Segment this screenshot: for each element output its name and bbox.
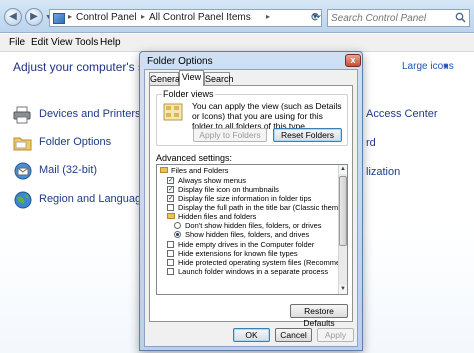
tab-search[interactable]: Search — [204, 72, 234, 85]
menu-help[interactable]: Help — [100, 37, 121, 48]
radio-unselected[interactable] — [174, 222, 181, 229]
checkbox-checked[interactable]: ✓ — [167, 177, 174, 184]
tree-row-label: Hide protected operating system files (R… — [178, 258, 348, 267]
scrollbar-thumb[interactable] — [339, 176, 347, 246]
forward-button[interactable]: ▶ — [25, 8, 43, 26]
advanced-settings-scrollbar[interactable]: ▲ ▼ — [338, 165, 347, 294]
dialog-client-area: General View Search Folder views You can… — [144, 69, 358, 347]
printer-icon — [13, 106, 31, 124]
close-button[interactable]: x — [345, 54, 361, 67]
menu-edit[interactable]: Edit — [31, 37, 48, 48]
cp-item-folder-options[interactable]: Folder Options — [13, 133, 123, 155]
option-display-full-path[interactable]: Display the full path in the title bar (… — [157, 203, 347, 212]
folder-views-icon — [163, 103, 183, 121]
cp-item-region-and-language[interactable]: Region and Language — [13, 190, 147, 212]
option-hide-extensions[interactable]: Hide extensions for known file types — [157, 249, 338, 258]
option-display-file-size-info[interactable]: ✓ Display file size information in folde… — [157, 194, 338, 203]
folder-options-dialog: Folder Options x General View Search Fol… — [139, 51, 363, 351]
tree-row-label: Files and Folders — [171, 166, 229, 175]
option-hide-protected-os-files[interactable]: Hide protected operating system files (R… — [157, 258, 347, 267]
option-hide-empty-drives[interactable]: Hide empty drives in the Computer folder — [157, 240, 338, 249]
reset-folders-button[interactable]: Reset Folders — [273, 128, 342, 142]
tree-folder-files-and-folders: Files and Folders — [157, 166, 338, 175]
breadcrumb-separator[interactable]: ▸ — [141, 12, 145, 21]
ok-button[interactable]: OK — [233, 328, 270, 342]
tab-view[interactable]: View — [179, 70, 204, 86]
mail-icon — [14, 162, 32, 180]
restore-defaults-button[interactable]: Restore Defaults — [290, 304, 348, 328]
breadcrumb-control-panel[interactable]: Control Panel — [76, 12, 137, 23]
tree-row-label: Display the full path in the title bar (… — [178, 203, 348, 212]
folder-icon — [160, 167, 168, 173]
refresh-icon[interactable]: ⟳ — [309, 10, 323, 26]
cp-item-label[interactable]: Region and Language — [39, 193, 147, 205]
tree-row-label: Hide extensions for known file types — [178, 249, 298, 258]
option-display-file-icon-on-thumbnails[interactable]: ✓ Display file icon on thumbnails — [157, 185, 338, 194]
tree-folder-hidden-files: Hidden files and folders — [157, 212, 338, 221]
apply-to-folders-button[interactable]: Apply to Folders — [193, 128, 267, 142]
checkbox-unchecked[interactable] — [167, 268, 174, 275]
control-panel-icon — [53, 13, 65, 24]
tree-row-label: Hide empty drives in the Computer folder — [178, 240, 315, 249]
checkbox-checked[interactable]: ✓ — [167, 195, 174, 202]
apply-button[interactable]: Apply — [317, 328, 354, 342]
cp-item-partial-label[interactable]: lization — [366, 166, 400, 178]
folder-icon — [13, 137, 32, 151]
tree-row-label: Hidden files and folders — [178, 212, 257, 221]
option-show-hidden[interactable]: Show hidden files, folders, and drives — [157, 230, 338, 239]
folder-views-description: You can apply the view (such as Details … — [192, 101, 342, 131]
view-tab-panel: Folder views You can apply the view (suc… — [149, 85, 353, 328]
search-icon[interactable] — [455, 12, 466, 23]
back-button[interactable]: ◀ — [4, 8, 22, 26]
tree-row-label: Display file icon on thumbnails — [178, 185, 279, 194]
option-dont-show-hidden[interactable]: Don't show hidden files, folders, or dri… — [157, 221, 338, 230]
tab-general[interactable]: General — [149, 72, 182, 85]
globe-icon — [14, 191, 32, 209]
cp-item-ease-of-access-partial[interactable]: Access Center — [366, 108, 438, 120]
search-input[interactable] — [331, 11, 451, 25]
cp-item-devices-and-printers[interactable]: Devices and Printers — [13, 105, 143, 127]
tree-row-label: Display file size information in folder … — [178, 194, 312, 203]
advanced-settings-list[interactable]: Files and Folders ✓ Always show menus ✓ … — [156, 164, 348, 295]
radio-selected[interactable] — [174, 231, 181, 238]
folder-icon — [167, 213, 175, 219]
dialog-title: Folder Options — [147, 56, 213, 67]
option-always-show-menus[interactable]: ✓ Always show menus — [157, 176, 338, 185]
cp-item-label[interactable]: Mail (32-bit) — [39, 164, 97, 176]
cp-item-mail[interactable]: Mail (32-bit) — [13, 161, 123, 183]
tree-row-label: Don't show hidden files, folders, or dri… — [185, 221, 322, 230]
tree-row-label: Show hidden files, folders, and drives — [185, 230, 310, 239]
cp-item-label[interactable]: Folder Options — [39, 136, 111, 148]
cancel-button[interactable]: Cancel — [275, 328, 312, 342]
tree-row-label: Always show menus — [178, 176, 246, 185]
option-launch-separate-process[interactable]: Launch folder windows in a separate proc… — [157, 267, 338, 276]
folder-views-group: Folder views You can apply the view (suc… — [156, 89, 348, 146]
scroll-up-icon[interactable]: ▲ — [339, 165, 347, 174]
search-box[interactable] — [327, 9, 470, 27]
cp-item-partial-label[interactable]: rd — [366, 137, 376, 149]
breadcrumb-all-items[interactable]: All Control Panel Items — [149, 12, 251, 23]
scroll-down-icon[interactable]: ▼ — [339, 285, 347, 294]
checkbox-unchecked[interactable] — [167, 250, 174, 257]
checkbox-checked[interactable]: ✓ — [167, 186, 174, 193]
menu-tools[interactable]: Tools — [75, 37, 98, 48]
checkbox-unchecked[interactable] — [167, 241, 174, 248]
address-toolbar: ◀ ▶ ▼ ▸ Control Panel ▸ All Control Pane… — [0, 0, 474, 33]
tree-row-label: Launch folder windows in a separate proc… — [178, 267, 329, 276]
folder-views-title: Folder views — [162, 89, 215, 99]
checkbox-unchecked[interactable] — [167, 204, 174, 211]
checkbox-unchecked[interactable] — [167, 259, 174, 266]
menu-view[interactable]: View — [51, 37, 73, 48]
menu-file[interactable]: File — [9, 37, 25, 48]
chevron-down-icon[interactable]: ▼ — [442, 62, 450, 71]
address-bar[interactable]: ▸ Control Panel ▸ All Control Panel Item… — [49, 9, 322, 27]
advanced-settings-label: Advanced settings: — [156, 153, 233, 163]
breadcrumb-separator[interactable]: ▸ — [266, 12, 270, 21]
breadcrumb-separator[interactable]: ▸ — [68, 12, 72, 21]
menu-bar: File Edit View Tools Help — [0, 34, 474, 52]
cp-item-label[interactable]: Devices and Printers — [39, 108, 141, 120]
